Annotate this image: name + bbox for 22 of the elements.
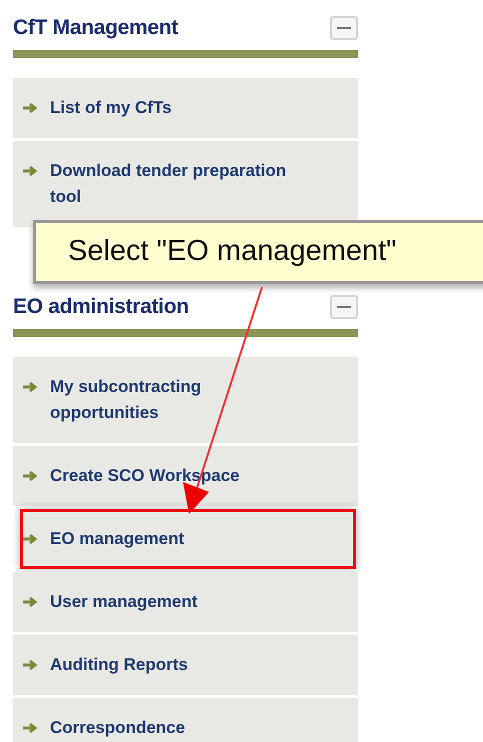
arrow-icon [22, 381, 40, 393]
section-title: CfT Management [13, 15, 178, 42]
arrow-icon [22, 533, 40, 545]
menu-link[interactable]: User management [13, 572, 358, 632]
arrow-icon [22, 659, 40, 671]
minus-icon [337, 26, 351, 30]
menu-link[interactable]: List of my CfTs [13, 78, 358, 138]
arrow-icon [22, 102, 40, 114]
menu-link[interactable]: EO management [20, 509, 356, 569]
menu-link[interactable]: My subcontracting opportunities [13, 357, 358, 443]
collapse-button[interactable] [330, 295, 358, 319]
minus-icon [337, 305, 351, 309]
collapse-button[interactable] [330, 16, 358, 40]
menu-link[interactable]: Download tender preparation tool [13, 141, 358, 227]
callout-note: Select "EO management" [33, 220, 483, 284]
menu-link[interactable]: Auditing Reports [13, 635, 358, 695]
section-title: EO administration [13, 294, 189, 320]
menu-link[interactable]: Correspondence [13, 698, 358, 742]
arrow-icon [22, 722, 40, 734]
arrow-icon [22, 596, 40, 608]
arrow-icon [22, 470, 40, 482]
arrow-icon [22, 165, 40, 177]
